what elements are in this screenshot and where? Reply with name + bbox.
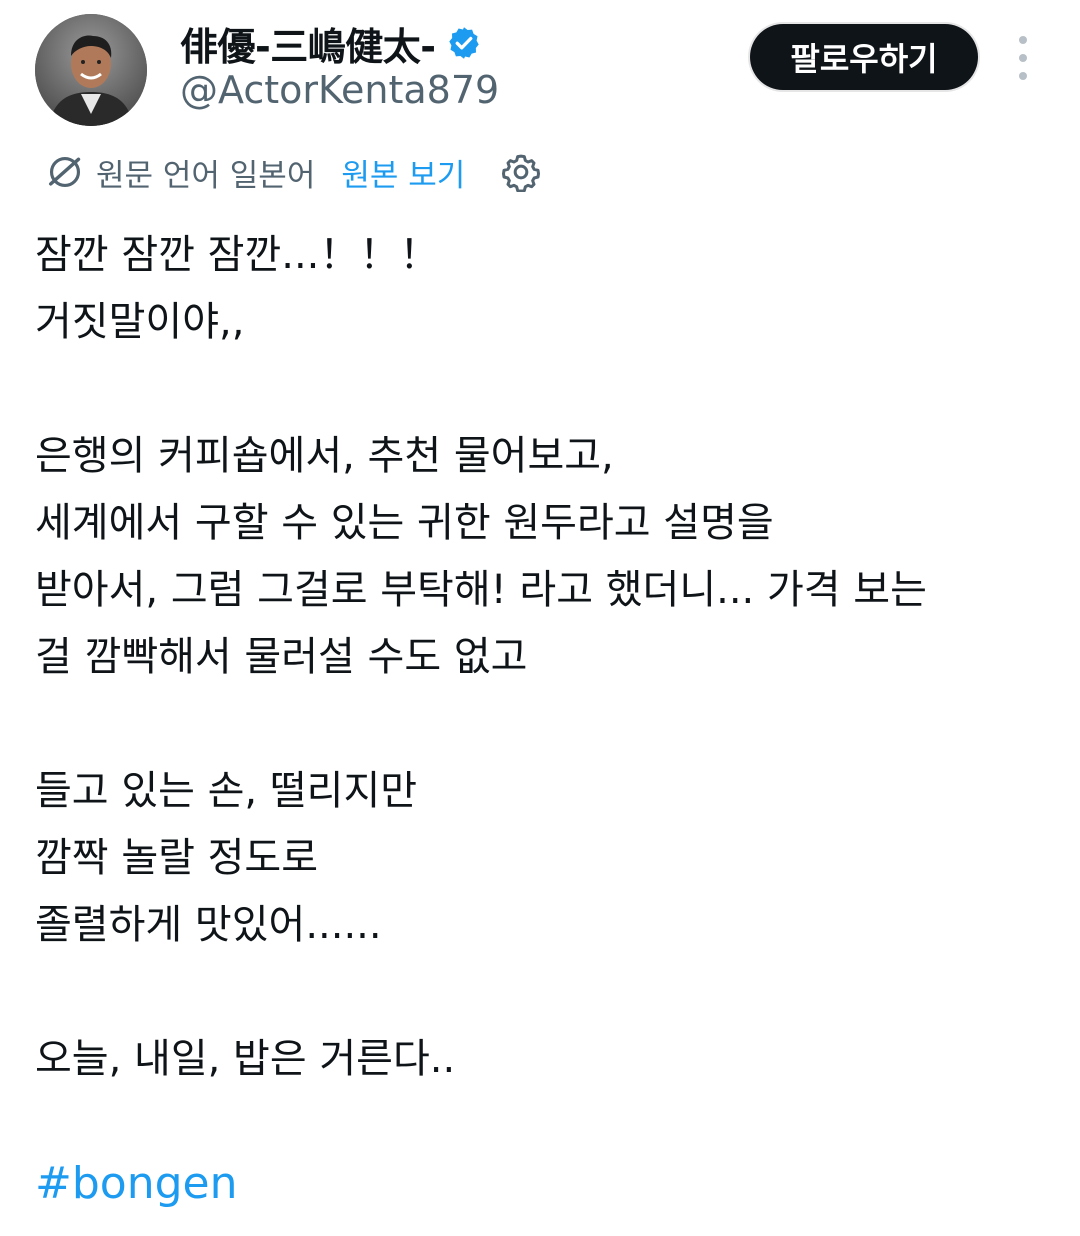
- hashtag-link[interactable]: #bongen: [35, 1158, 238, 1209]
- tweet-text: 잠깐 잠깐 잠깐...！！！ 거짓말이야,, 은행의 커피숍에서, 추천 물어보…: [35, 222, 1065, 1093]
- original-language-note: 원문 언어 일본어: [96, 157, 316, 194]
- tweet-line: 잠깐 잠깐 잠깐...！！！: [35, 232, 440, 278]
- tweet-line: [35, 356, 1065, 423]
- more-dot: [1019, 36, 1027, 44]
- more-dot: [1019, 72, 1027, 80]
- gear-icon[interactable]: [501, 152, 541, 192]
- name-row: 俳優-三嶋健太-: [180, 16, 482, 71]
- translate-icon: [49, 156, 81, 188]
- more-vertical-icon[interactable]: [1008, 36, 1038, 80]
- display-name[interactable]: 俳優-三嶋健太-: [180, 16, 436, 71]
- tweet-line: [35, 691, 1065, 758]
- tweet-line: 거짓말이야,,: [35, 299, 245, 345]
- avatar[interactable]: [35, 14, 147, 126]
- tweet-line: 들고 있는 손, 떨리지만: [35, 768, 418, 814]
- tweet-line: 졸렬하게 맛있어......: [35, 902, 382, 948]
- verified-badge-icon: [448, 27, 479, 59]
- translation-row: 원문 언어 일본어 원본 보기: [46, 148, 541, 196]
- tweet-line: 오늘, 내일, 밥은 거른다..: [35, 1036, 456, 1082]
- tweet-line: 받아서, 그럼 그걸로 부탁해! 라고 했더니... 가격 보는: [35, 567, 927, 613]
- view-original-link[interactable]: 원본 보기: [341, 150, 465, 195]
- tweet-line: 걸 깜빡해서 물러설 수도 없고: [35, 634, 528, 680]
- tweet-line: 세계에서 구할 수 있는 귀한 원두라고 설명을: [35, 500, 774, 546]
- tweet-line: 은행의 커피숍에서, 추천 물어보고,: [35, 433, 614, 479]
- handle[interactable]: @ActorKenta879: [180, 68, 499, 112]
- tweet-header: 俳優-三嶋健太- @ActorKenta879 팔로우하기: [0, 0, 1080, 140]
- more-dot: [1019, 54, 1027, 62]
- follow-button[interactable]: 팔로우하기: [750, 24, 978, 90]
- tweet-line: 깜짝 놀랄 정도로: [35, 835, 319, 881]
- tweet-line: [35, 959, 1065, 1026]
